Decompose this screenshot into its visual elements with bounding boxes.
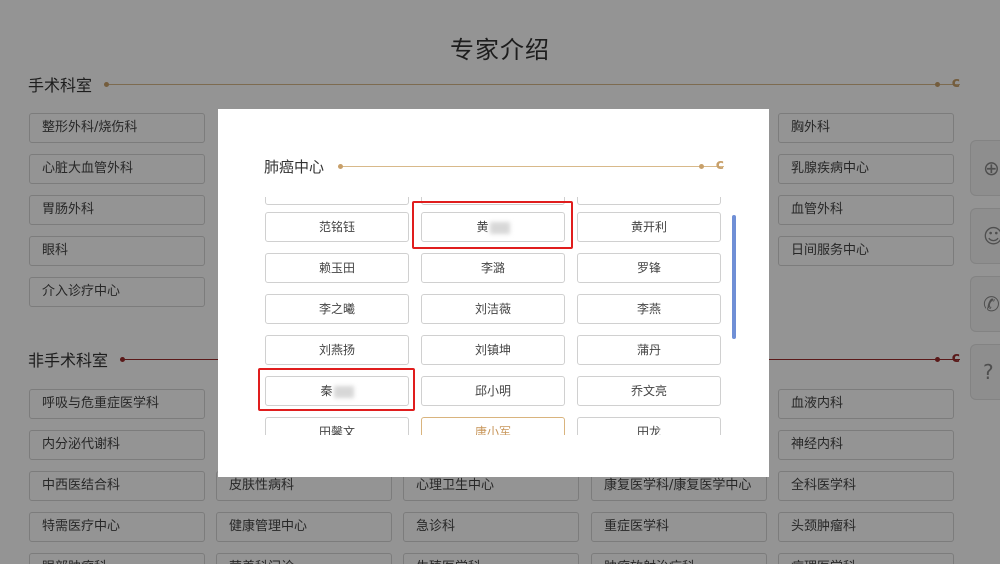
doctor-button[interactable] [265, 197, 409, 205]
redaction-blur [489, 221, 510, 234]
doctor-button[interactable]: 田龙 [577, 417, 721, 435]
doctor-button[interactable]: 黄 [421, 212, 565, 242]
doctor-button[interactable]: 范铭钰 [265, 212, 409, 242]
modal-header: 肺癌中心 ⅽ [264, 155, 724, 177]
doctor-button[interactable]: 田馨文 [265, 417, 409, 435]
doctor-button[interactable]: 李燕 [577, 294, 721, 324]
doctor-button[interactable]: 唐小军 [421, 417, 565, 435]
doctor-name: 秦 [320, 384, 333, 398]
doctor-button[interactable]: 秦 [265, 376, 409, 406]
doctor-button[interactable]: 蒲丹 [577, 335, 721, 365]
scroll-ornament-icon: ⅽ [715, 156, 724, 173]
doctor-button[interactable]: 刘燕扬 [265, 335, 409, 365]
doctor-button[interactable]: 罗锋 [577, 253, 721, 283]
divider-line: ⅽ [338, 157, 724, 173]
modal-title: 肺癌中心 [264, 157, 325, 176]
doctor-button[interactable]: 刘镇坤 [421, 335, 565, 365]
doctor-list[interactable]: 范铭钰 黄 黄开利 赖玉田 李潞 罗锋 李之曦 刘洁薇 李燕 刘燕扬 刘镇坤 蒲… [258, 197, 728, 435]
doctor-button[interactable]: 邱小明 [421, 376, 565, 406]
doctor-button[interactable]: 赖玉田 [265, 253, 409, 283]
doctor-button[interactable]: 刘洁薇 [421, 294, 565, 324]
doctor-button[interactable] [577, 197, 721, 205]
doctor-name: 黄 [476, 220, 489, 234]
doctor-button[interactable]: 乔文亮 [577, 376, 721, 406]
doctor-list-modal: 肺癌中心 ⅽ 范铭钰 黄 黄开利 赖玉田 李潞 罗锋 李之曦 刘洁薇 李燕 刘燕… [218, 109, 769, 477]
doctor-button[interactable]: 李之曦 [265, 294, 409, 324]
scrollbar-thumb[interactable] [732, 215, 736, 339]
doctor-button[interactable] [421, 197, 565, 205]
doctor-button[interactable]: 黄开利 [577, 212, 721, 242]
redaction-blur [333, 385, 354, 398]
doctor-button[interactable]: 李潞 [421, 253, 565, 283]
